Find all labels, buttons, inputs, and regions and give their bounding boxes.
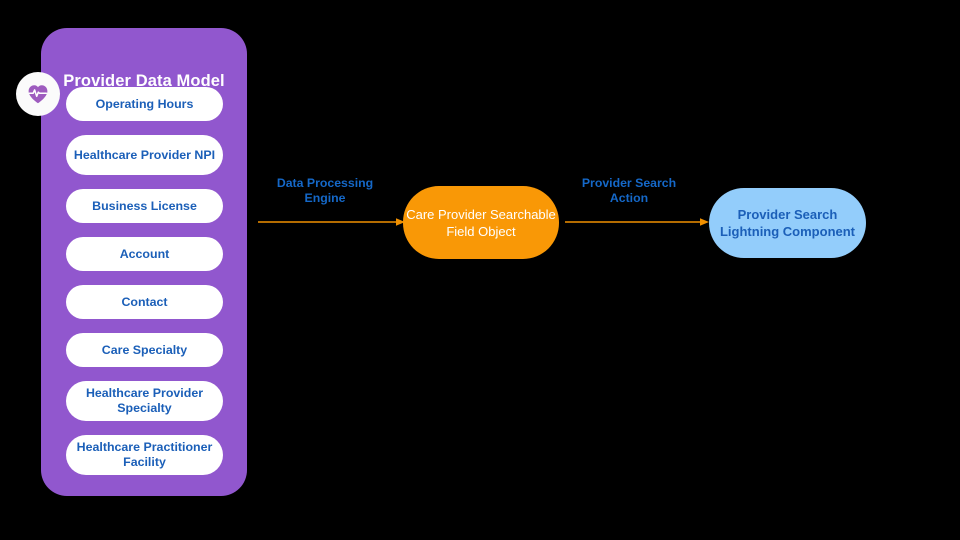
list-item[interactable]: Account [66, 237, 223, 271]
list-item-label: Business License [92, 198, 197, 213]
connector-label-data-processing-engine: Data Processing Engine [276, 176, 374, 205]
list-item[interactable]: Healthcare Provider Specialty [66, 381, 223, 421]
list-item-label: Healthcare Practitioner Facility [76, 440, 213, 469]
list-item-label: Healthcare Provider Specialty [85, 386, 204, 415]
list-item[interactable]: Care Specialty [66, 333, 223, 367]
list-item[interactable]: Healthcare Practitioner Facility [66, 435, 223, 475]
node-label: Care Provider Searchable Field Object [406, 206, 556, 239]
node-provider-search-lightning-component[interactable]: Provider Search Lightning Component [709, 188, 866, 258]
list-item[interactable]: Operating Hours [66, 87, 223, 121]
provider-data-model-item-list: Operating Hours Healthcare Provider NPI … [66, 87, 223, 489]
node-label: Provider Search Lightning Component [719, 207, 856, 239]
list-item-label: Account [119, 246, 170, 261]
connector-data-processing-engine [258, 215, 406, 229]
list-item-label: Healthcare Provider NPI [73, 147, 216, 162]
list-item-label: Operating Hours [95, 96, 194, 111]
list-item-label: Contact [121, 294, 168, 309]
list-item-label: Care Specialty [101, 342, 188, 357]
list-item[interactable]: Healthcare Provider NPI [66, 135, 223, 175]
list-item[interactable]: Contact [66, 285, 223, 319]
heart-pulse-icon [16, 72, 60, 116]
connector-provider-search-action [565, 215, 710, 229]
list-item[interactable]: Business License [66, 189, 223, 223]
connector-label-provider-search-action: Provider Search Action [581, 176, 677, 205]
node-care-provider-searchable-field-object[interactable]: Care Provider Searchable Field Object [403, 186, 559, 259]
diagram-canvas: Provider Data Model Operating Hours Heal… [0, 0, 960, 540]
